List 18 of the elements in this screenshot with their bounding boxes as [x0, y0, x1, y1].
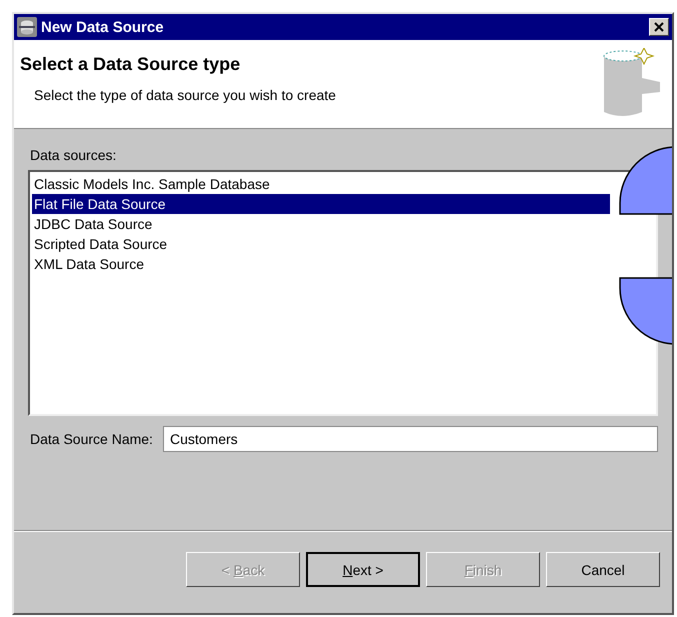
list-item[interactable]: XML Data Source — [32, 254, 610, 274]
callout-marker — [618, 146, 672, 216]
close-icon — [654, 22, 664, 32]
page-title: Select a Data Source type — [20, 54, 242, 75]
list-item[interactable]: JDBC Data Source — [32, 214, 610, 234]
close-button[interactable] — [649, 18, 669, 36]
page-description: Select the type of data source you wish to create — [34, 87, 336, 103]
list-item[interactable]: Classic Models Inc. Sample Database — [32, 174, 610, 194]
app-icon — [17, 17, 37, 37]
list-item[interactable]: Scripted Data Source — [32, 234, 610, 254]
field-label: Data Source Name: — [30, 431, 153, 447]
callout-marker — [618, 276, 672, 346]
name-field[interactable]: Customers — [162, 426, 658, 452]
list-item[interactable]: Flat File Data Source — [32, 194, 610, 214]
dialog-button[interactable]: Next > — [306, 552, 420, 587]
list-label: Data sources: — [30, 147, 118, 163]
window-title: New Data Source — [41, 18, 165, 36]
dialog-button[interactable]: Cancel — [546, 552, 660, 587]
